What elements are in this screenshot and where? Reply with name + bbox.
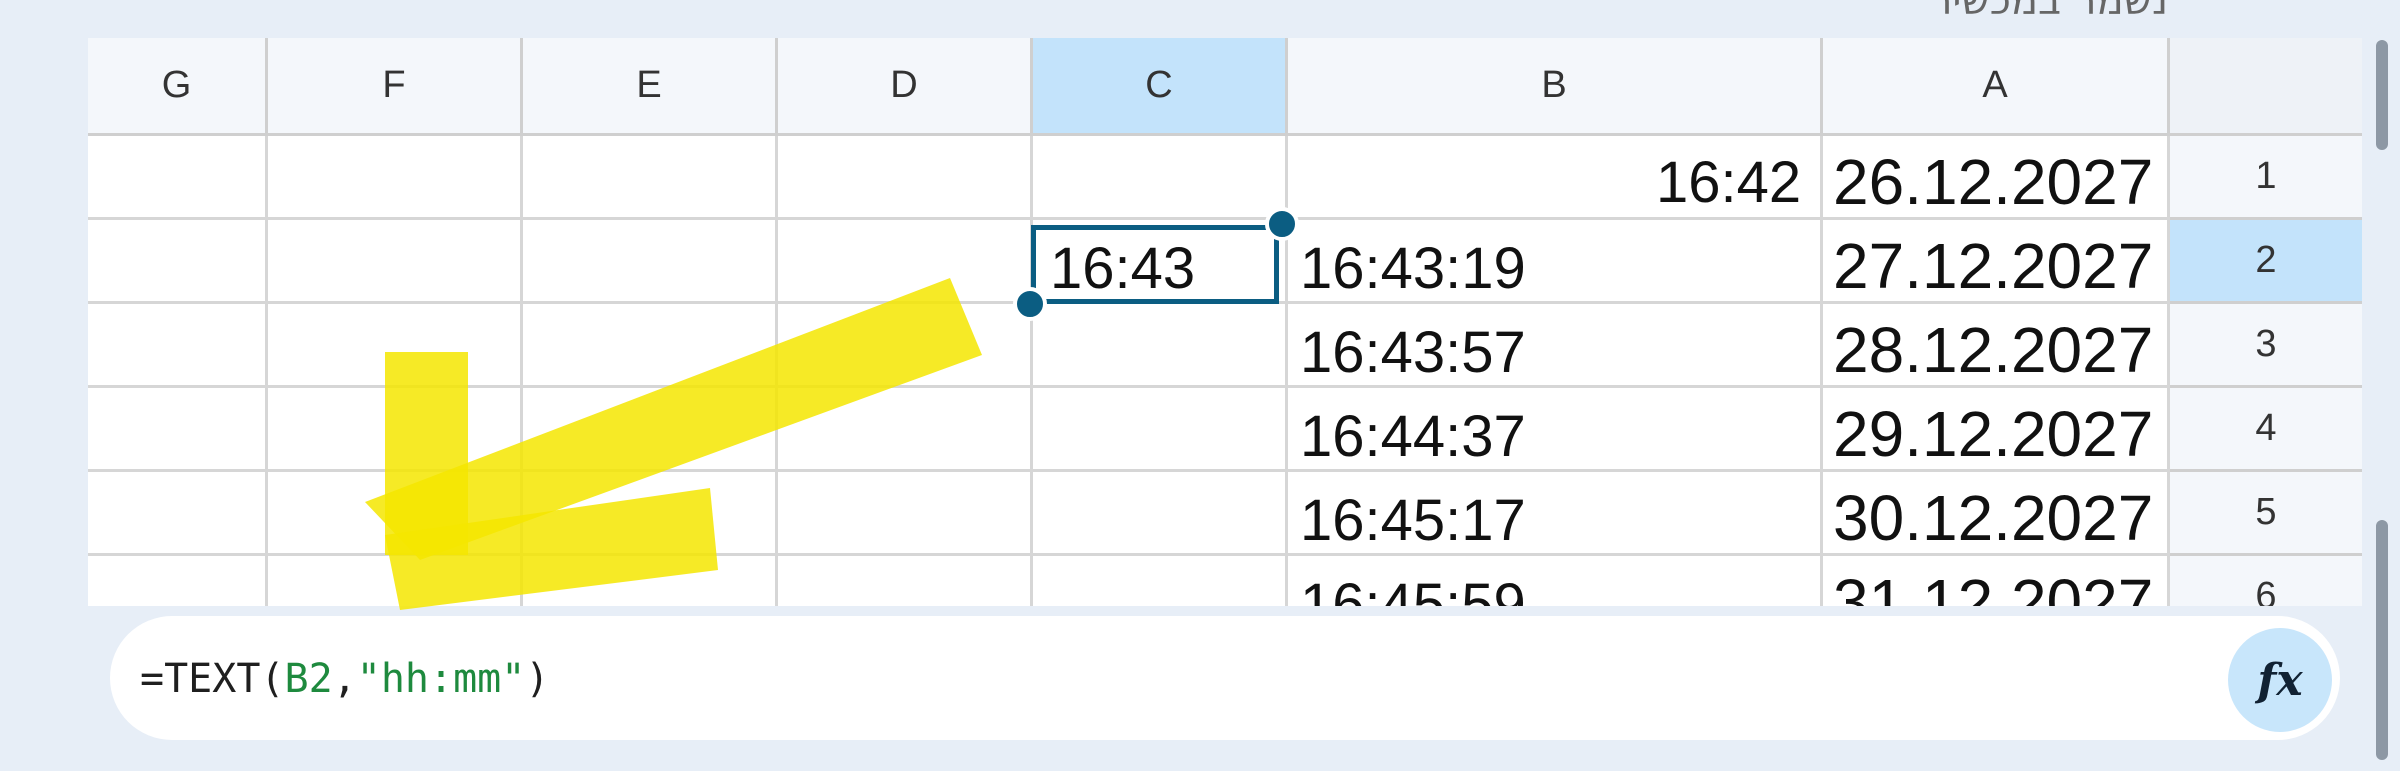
cell-a5[interactable]: 30.12.2027 bbox=[1833, 486, 2153, 550]
spreadsheet-grid[interactable]: G F E D C B A 1 2 3 4 5 6 26.12.2027 27.… bbox=[88, 38, 2362, 606]
grid-cell-g1[interactable] bbox=[88, 136, 268, 220]
formula-suffix: ) bbox=[525, 656, 550, 702]
grid-cell-c1[interactable] bbox=[1033, 136, 1288, 220]
grid-cell-f3[interactable] bbox=[268, 304, 523, 388]
formula-cell-ref: B2 bbox=[284, 656, 333, 702]
grid-cell-f1[interactable] bbox=[268, 136, 523, 220]
cell-a1[interactable]: 26.12.2027 bbox=[1833, 150, 2153, 214]
grid-cell-d2[interactable] bbox=[778, 220, 1033, 304]
grid-cell-e2[interactable] bbox=[523, 220, 778, 304]
formula-comma: , bbox=[332, 656, 357, 702]
grid-cell-e5[interactable] bbox=[523, 472, 778, 556]
cell-a3[interactable]: 28.12.2027 bbox=[1833, 318, 2153, 382]
cell-b3[interactable]: 16:43:57 bbox=[1300, 324, 1526, 382]
column-header-b[interactable]: B bbox=[1288, 38, 1823, 136]
grid-cell-f6[interactable] bbox=[268, 556, 523, 606]
grid-cell-d5[interactable] bbox=[778, 472, 1033, 556]
grid-cell-g2[interactable] bbox=[88, 220, 268, 304]
fx-icon[interactable]: fx bbox=[2228, 628, 2332, 732]
grid-cell-g6[interactable] bbox=[88, 556, 268, 606]
formula-format-string: "hh:mm" bbox=[356, 656, 526, 702]
formula-prefix: =TEXT( bbox=[140, 656, 285, 702]
grid-cell-e6[interactable] bbox=[523, 556, 778, 606]
column-header-a[interactable]: A bbox=[1823, 38, 2170, 136]
column-header-f[interactable]: F bbox=[268, 38, 523, 136]
grid-cell-g5[interactable] bbox=[88, 472, 268, 556]
formula-input[interactable]: =TEXT(B2,"hh:mm") bbox=[140, 656, 549, 702]
row-header-4[interactable]: 4 bbox=[2170, 388, 2362, 472]
grid-cell-d1[interactable] bbox=[778, 136, 1033, 220]
cell-c2-value: 16:43 bbox=[1050, 236, 1196, 301]
grid-cell-d4[interactable] bbox=[778, 388, 1033, 472]
cell-a4[interactable]: 29.12.2027 bbox=[1833, 402, 2153, 466]
vertical-scrollbar[interactable] bbox=[2376, 40, 2388, 150]
cell-b6[interactable]: 16:45:59 bbox=[1300, 576, 1526, 607]
grid-cell-e1[interactable] bbox=[523, 136, 778, 220]
cell-a6[interactable]: 31.12.2027 bbox=[1833, 570, 2153, 606]
row-header-5[interactable]: 5 bbox=[2170, 472, 2362, 556]
cell-b5[interactable]: 16:45:17 bbox=[1300, 492, 1526, 550]
formula-bar[interactable]: =TEXT(B2,"hh:mm") fx bbox=[110, 616, 2340, 740]
cell-b2[interactable]: 16:43:19 bbox=[1300, 240, 1526, 298]
grid-cell-e3[interactable] bbox=[523, 304, 778, 388]
row-header-6[interactable]: 6 bbox=[2170, 556, 2362, 606]
grid-cell-f2[interactable] bbox=[268, 220, 523, 304]
row-header-3[interactable]: 3 bbox=[2170, 304, 2362, 388]
column-header-e[interactable]: E bbox=[523, 38, 778, 136]
grid-cell-c6[interactable] bbox=[1033, 556, 1288, 606]
grid-cell-g3[interactable] bbox=[88, 304, 268, 388]
cell-a2[interactable]: 27.12.2027 bbox=[1833, 234, 2153, 298]
select-all-corner[interactable] bbox=[2170, 38, 2362, 136]
grid-cell-f4[interactable] bbox=[268, 388, 523, 472]
row-header-2[interactable]: 2 bbox=[2170, 220, 2362, 304]
row-header-1[interactable]: 1 bbox=[2170, 136, 2362, 220]
save-status-text: נשמר במכשיר bbox=[1929, 0, 2168, 24]
grid-cell-g4[interactable] bbox=[88, 388, 268, 472]
column-header-d[interactable]: D bbox=[778, 38, 1033, 136]
selection-handle-top-right[interactable] bbox=[1265, 207, 1299, 241]
grid-cell-c5[interactable] bbox=[1033, 472, 1288, 556]
cell-b4[interactable]: 16:44:37 bbox=[1300, 408, 1526, 466]
grid-cell-c3[interactable] bbox=[1033, 304, 1288, 388]
grid-cell-d6[interactable] bbox=[778, 556, 1033, 606]
grid-cell-d3[interactable] bbox=[778, 304, 1033, 388]
selection-handle-bottom-left[interactable] bbox=[1013, 287, 1047, 321]
grid-cell-e4[interactable] bbox=[523, 388, 778, 472]
column-header-c[interactable]: C bbox=[1033, 38, 1288, 136]
selected-cell-c2[interactable]: 16:43 bbox=[1031, 225, 1279, 304]
grid-cell-c4[interactable] bbox=[1033, 388, 1288, 472]
column-header-g[interactable]: G bbox=[88, 38, 268, 136]
vertical-scrollbar-thumb[interactable] bbox=[2376, 520, 2388, 760]
cell-b1[interactable]: 16:42 bbox=[1656, 154, 1801, 212]
grid-cell-f5[interactable] bbox=[268, 472, 523, 556]
